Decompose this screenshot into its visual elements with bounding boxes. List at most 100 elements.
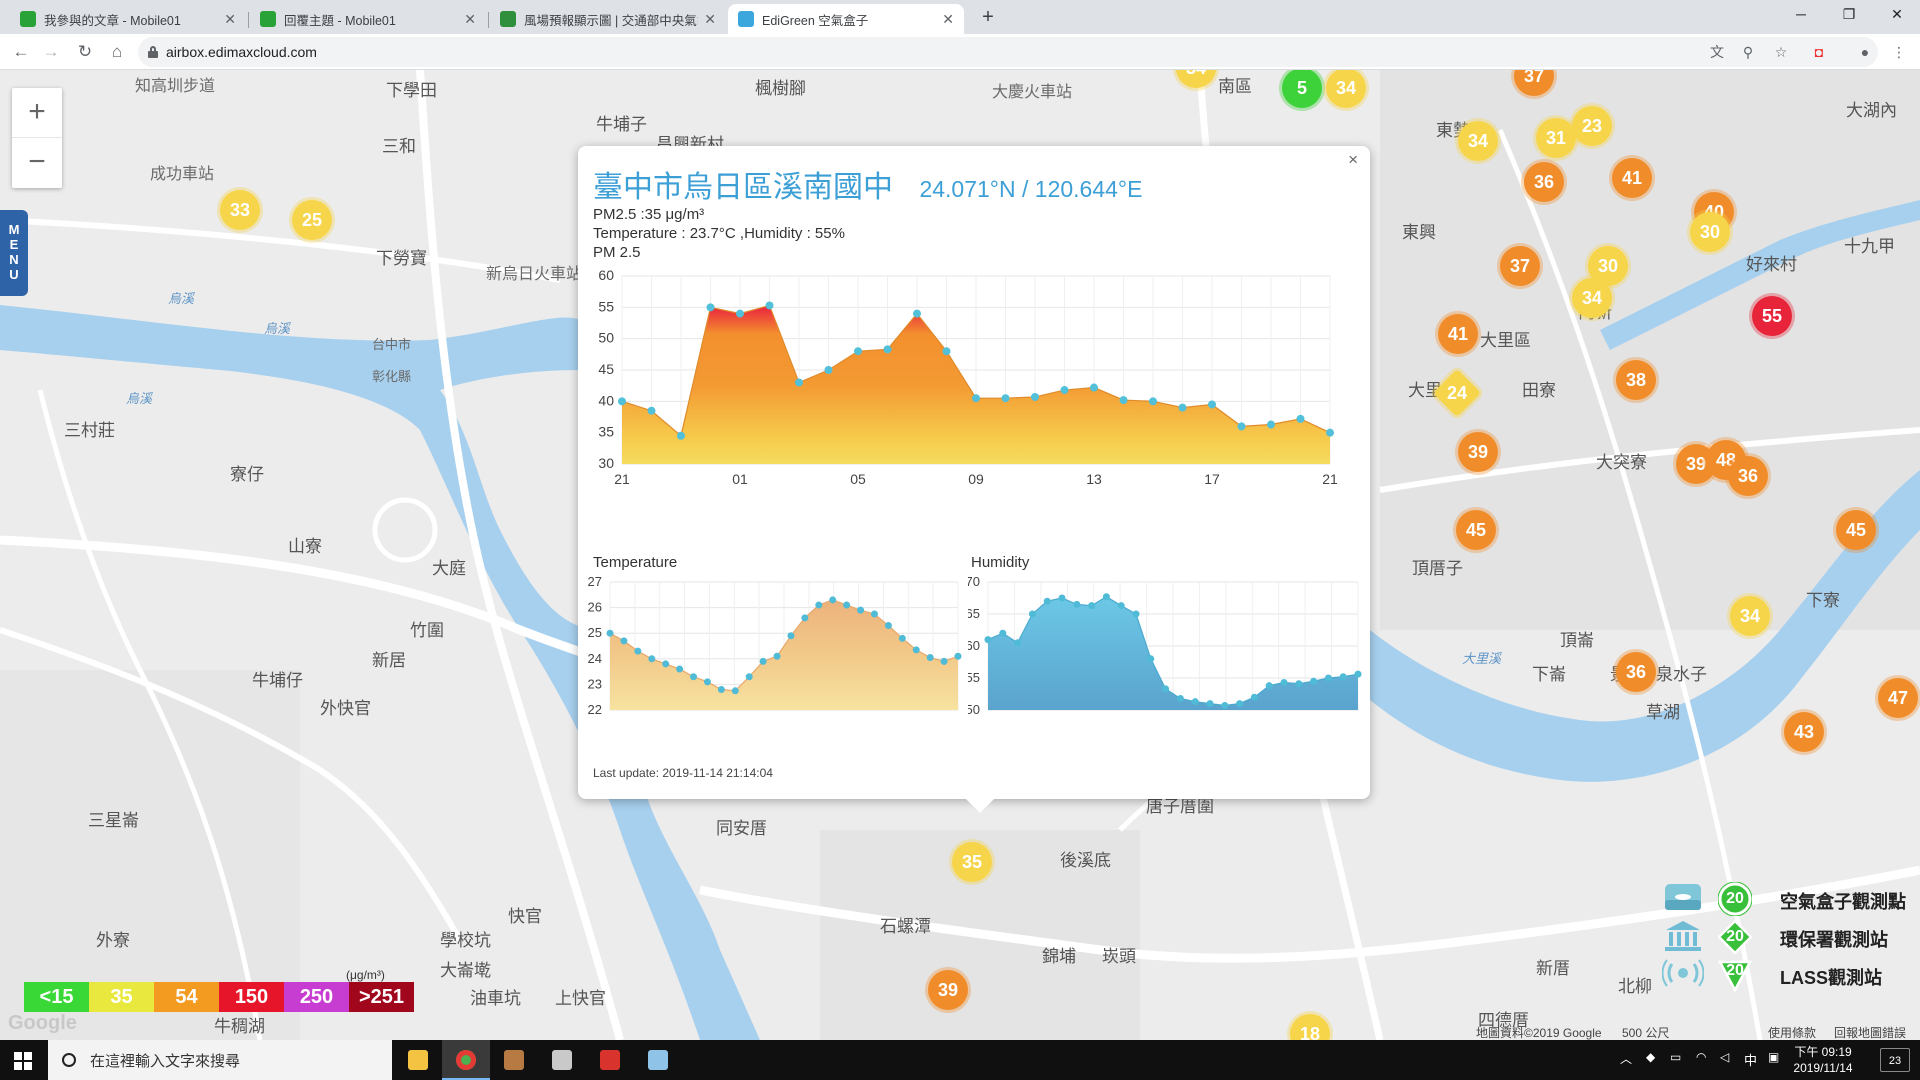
airbox-marker[interactable]: 31: [1536, 118, 1576, 158]
data-point: [1206, 700, 1214, 708]
back-arrow-icon[interactable]: ←: [8, 39, 34, 65]
app-icon-4[interactable]: [538, 1040, 586, 1080]
ime-indicator[interactable]: 中: [1744, 1050, 1757, 1069]
chrome-menu-icon[interactable]: ⋮: [1890, 43, 1908, 61]
airbox-marker[interactable]: 47: [1878, 678, 1918, 718]
tab-divider: [248, 12, 249, 28]
airbox-marker[interactable]: 45: [1836, 510, 1876, 550]
place-label: 下勞寶: [376, 249, 427, 268]
airbox-marker[interactable]: 34: [1458, 121, 1498, 161]
data-point: [1178, 403, 1187, 412]
report-error-link[interactable]: 回報地圖錯誤: [1834, 1024, 1906, 1041]
ime-mode-icon[interactable]: ▣: [1768, 1050, 1779, 1064]
popup-close-button[interactable]: ×: [1348, 150, 1358, 170]
clock-date: 2019/11/14: [1793, 1061, 1853, 1075]
selected-airbox-marker[interactable]: 35: [952, 842, 992, 882]
file-explorer-app[interactable]: [394, 1040, 442, 1080]
airbox-marker[interactable]: 25: [292, 200, 332, 240]
airbox-marker[interactable]: 23: [1572, 106, 1612, 146]
tray-shield-icon[interactable]: ◆: [1646, 1050, 1655, 1064]
place-label: 頂厝子: [1412, 559, 1463, 578]
map-data-attribution: 地圖資料©2019 Google: [1476, 1026, 1602, 1040]
address-bar[interactable]: airbox.edimaxcloud.com: [138, 37, 1878, 67]
airbox-marker[interactable]: 36: [1616, 652, 1656, 692]
chrome-app[interactable]: [442, 1040, 490, 1080]
airbox-marker[interactable]: 38: [1616, 360, 1656, 400]
legend-item-airbox[interactable]: 20 空氣盒子觀測點: [1656, 878, 1916, 918]
airbox-marker[interactable]: 39: [928, 970, 968, 1010]
extension-icon[interactable]: ◘: [1810, 43, 1828, 61]
reload-icon[interactable]: ↻: [72, 39, 98, 65]
zoom-out-button[interactable]: −: [12, 138, 62, 188]
close-window-button[interactable]: ✕: [1874, 0, 1920, 28]
windows-start-icon[interactable]: [14, 1052, 32, 1070]
browser-tab[interactable]: 風場預報顯示圖 | 交通部中央氣象... ✕: [490, 4, 726, 34]
app-5-icon: [600, 1050, 620, 1070]
airbox-marker[interactable]: 41: [1612, 158, 1652, 198]
airbox-marker[interactable]: 30: [1690, 212, 1730, 252]
tab-close-icon[interactable]: ✕: [942, 11, 954, 28]
airbox-marker[interactable]: 43: [1784, 712, 1824, 752]
airbox-marker[interactable]: 39: [1458, 432, 1498, 472]
pm25-unit: (μg/m³): [346, 968, 385, 982]
tray-chevron-icon[interactable]: ︿: [1620, 1050, 1632, 1067]
y-tick-label: 35: [598, 424, 614, 440]
y-tick-label: 65: [968, 606, 980, 621]
airbox-marker[interactable]: 36: [1728, 456, 1768, 496]
map-scale-label[interactable]: 500 公尺: [1622, 1024, 1669, 1041]
data-point: [1310, 677, 1318, 685]
y-tick-label: 50: [598, 330, 614, 346]
translate-icon[interactable]: 文: [1708, 43, 1726, 61]
zoom-icon[interactable]: ⚲: [1739, 43, 1757, 61]
profile-icon[interactable]: ●: [1856, 43, 1874, 61]
tab-title: 風場預報顯示圖 | 交通部中央氣象...: [524, 13, 698, 28]
airbox-marker[interactable]: 36: [1524, 162, 1564, 202]
chrome-icon: [456, 1050, 476, 1070]
side-menu-button[interactable]: MENU: [0, 210, 28, 296]
forward-arrow-icon[interactable]: →: [38, 39, 64, 65]
home-icon[interactable]: ⌂: [104, 39, 130, 65]
x-tick-label: 21: [614, 471, 630, 487]
taskbar-search-box[interactable]: 在這裡輸入文字來搜尋: [48, 1040, 392, 1080]
airbox-marker[interactable]: 37: [1500, 246, 1540, 286]
new-tab-button[interactable]: +: [976, 6, 1000, 30]
airbox-marker[interactable]: 45: [1456, 510, 1496, 550]
place-label: 油車坑: [470, 989, 521, 1008]
wifi-icon[interactable]: ◠: [1696, 1050, 1706, 1064]
airbox-marker[interactable]: 41: [1438, 314, 1478, 354]
bookmark-star-icon[interactable]: ☆: [1772, 43, 1790, 61]
taskbar-clock[interactable]: 下午 09:19 2019/11/14: [1788, 1044, 1858, 1076]
browser-tab[interactable]: 回覆主題 - Mobile01 ✕: [250, 4, 486, 34]
terms-link[interactable]: 使用條款: [1768, 1024, 1816, 1041]
tab-title: 我參與的文章 - Mobile01: [44, 13, 181, 28]
browser-tab[interactable]: 我參與的文章 - Mobile01 ✕: [10, 4, 246, 34]
airbox-marker[interactable]: 34: [1572, 278, 1612, 318]
volume-icon[interactable]: ◁: [1720, 1050, 1729, 1064]
legend-item-epa[interactable]: 20 環保署觀測站: [1656, 916, 1916, 956]
app-icon-5[interactable]: [586, 1040, 634, 1080]
minimize-button[interactable]: ─: [1778, 0, 1824, 28]
zoom-in-button[interactable]: +: [12, 88, 62, 138]
app-icon-3[interactable]: [490, 1040, 538, 1080]
airbox-marker[interactable]: 34: [1730, 596, 1770, 636]
browser-tab-active[interactable]: EdiGreen 空氣盒子 ✕: [728, 4, 964, 34]
legend-item-lass[interactable]: 20 LASS觀測站: [1656, 954, 1916, 994]
station-coordinates: 24.071°N / 120.644°E: [919, 176, 1143, 202]
place-label: 大崙墘: [440, 961, 491, 980]
tab-close-icon[interactable]: ✕: [464, 11, 476, 28]
notification-center-button[interactable]: 23: [1880, 1048, 1910, 1072]
y-tick-label: 25: [588, 625, 602, 640]
tab-close-icon[interactable]: ✕: [704, 11, 716, 28]
address-url[interactable]: airbox.edimaxcloud.com: [166, 44, 317, 60]
data-point: [984, 636, 992, 644]
airbox-marker[interactable]: 55: [1752, 296, 1792, 336]
tab-close-icon[interactable]: ✕: [224, 11, 236, 28]
restore-button[interactable]: ❐: [1826, 0, 1872, 28]
place-label: 外寮: [96, 931, 130, 950]
search-icon: [62, 1053, 76, 1067]
app-icon-6[interactable]: [634, 1040, 682, 1080]
y-tick-label: 60: [598, 267, 614, 283]
airbox-marker[interactable]: 33: [220, 190, 260, 230]
battery-icon[interactable]: ▭: [1670, 1050, 1681, 1064]
y-tick-label: 30: [598, 455, 614, 471]
